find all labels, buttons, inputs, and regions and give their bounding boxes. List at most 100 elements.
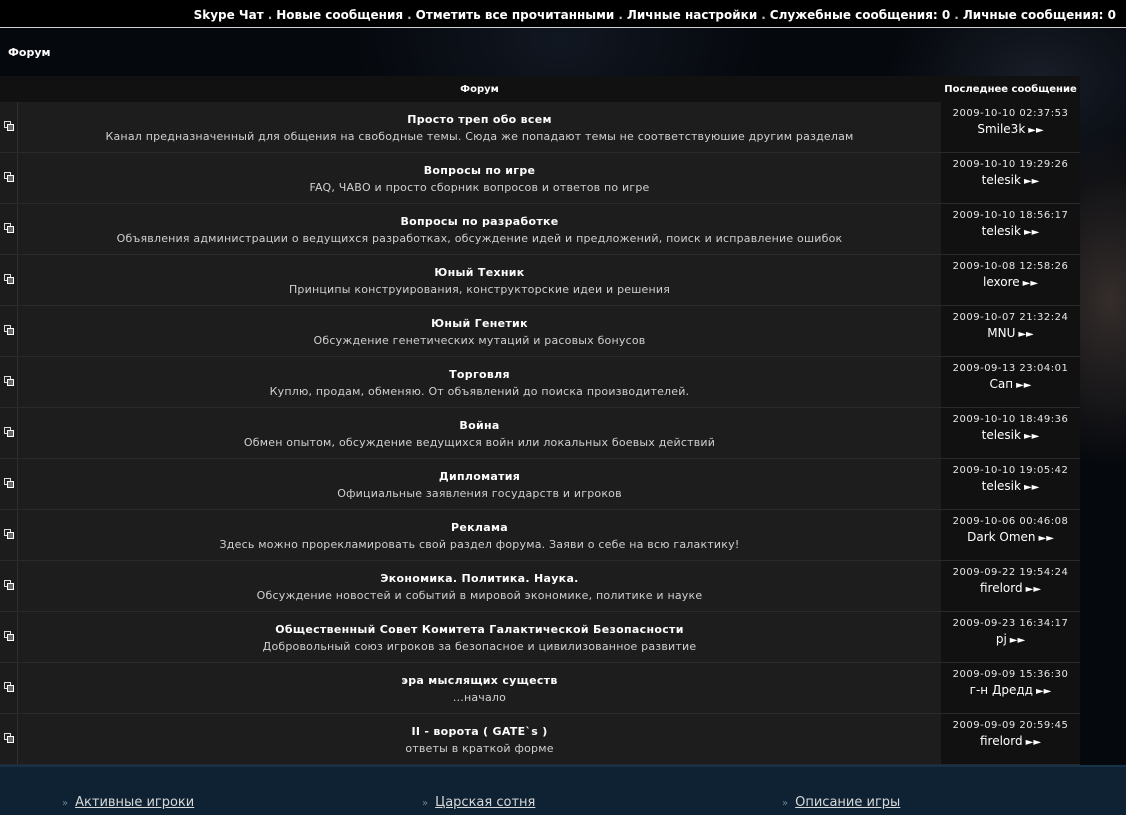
goto-last-post-icon[interactable]: ►►: [1026, 737, 1041, 748]
last-post-user-link[interactable]: telesik: [982, 173, 1021, 187]
forum-folder-icon[interactable]: [4, 682, 14, 692]
forum-description: Обмен опытом, обсуждение ведущихся войн …: [243, 436, 716, 449]
forum-name-link[interactable]: Торговля: [18, 368, 941, 381]
forum-name-link[interactable]: Просто треп обо всем: [18, 113, 941, 126]
forum-name-link[interactable]: эра мыслящих существ: [18, 674, 941, 687]
last-post-user-link[interactable]: telesik: [982, 479, 1021, 493]
forum-folder-icon[interactable]: [4, 427, 14, 437]
last-post-date: 2009-10-07 21:32:24: [952, 312, 1069, 323]
chevron-right-icon: »: [782, 798, 789, 809]
goto-last-post-icon[interactable]: ►►: [1024, 482, 1039, 493]
forum-description: Обсуждение новостей и событий в мировой …: [256, 589, 703, 602]
forum-rows: Просто треп обо всем Канал предназначенны…: [0, 102, 1080, 765]
last-post-user-link[interactable]: MNU: [987, 326, 1015, 340]
goto-last-post-icon[interactable]: ►►: [1026, 584, 1041, 595]
forum-description: Принципы конструирования, конструкторски…: [288, 283, 671, 296]
goto-last-post-icon[interactable]: ►►: [1024, 227, 1039, 238]
last-post-user-link[interactable]: lexore: [983, 275, 1020, 289]
forum-name-link[interactable]: Юный Генетик: [18, 317, 941, 330]
forum-name-link[interactable]: Экономика. Политика. Наука.: [18, 572, 941, 585]
forum-name-link[interactable]: Общественный Совет Комитета Галактическо…: [18, 623, 941, 636]
footer-link-active-players[interactable]: » Активные игроки: [62, 795, 194, 810]
forum-folder-icon[interactable]: [4, 274, 14, 284]
nav-skype-chat[interactable]: Skype Чат: [194, 8, 264, 22]
goto-last-post-icon[interactable]: ►►: [1016, 380, 1031, 391]
forum-name-link[interactable]: Дипломатия: [18, 470, 941, 483]
nav-service-messages[interactable]: Служебные сообщения: 0: [770, 8, 950, 22]
nav-private-messages[interactable]: Личные сообщения: 0: [963, 8, 1116, 22]
chevron-right-icon: »: [62, 798, 69, 809]
goto-last-post-icon[interactable]: ►►: [1010, 635, 1025, 646]
forum-description: ...начало: [452, 691, 507, 704]
forum-name-link[interactable]: Реклама: [18, 521, 941, 534]
forum-folder-icon[interactable]: [4, 631, 14, 641]
goto-last-post-icon[interactable]: ►►: [1024, 176, 1039, 187]
forum-name-link[interactable]: II - ворота ( GATE`s ): [18, 725, 941, 738]
forum-folder-icon[interactable]: [4, 121, 14, 131]
top-navigation: Skype Чат. Новые сообщения. Отметить все п…: [0, 0, 1126, 28]
last-post-date: 2009-10-10 19:29:26: [952, 159, 1069, 170]
last-post-user-link[interactable]: telesik: [982, 224, 1021, 238]
table-row: Просто треп обо всем Канал предназначенны…: [0, 102, 1080, 153]
forum-folder-icon[interactable]: [4, 478, 14, 488]
forum-folder-icon[interactable]: [4, 733, 14, 743]
forum-name-link[interactable]: Юный Техник: [18, 266, 941, 279]
forum-folder-icon[interactable]: [4, 376, 14, 386]
footer: » Активные игроки » Царская сотня » Описани…: [0, 765, 1126, 815]
forum-folder-icon[interactable]: [4, 172, 14, 182]
last-post-user-link[interactable]: pj: [996, 632, 1007, 646]
table-row: Реклама Здесь можно прорекламировать свой…: [0, 510, 1080, 561]
column-header-forum: Форум: [460, 84, 499, 95]
goto-last-post-icon[interactable]: ►►: [1028, 125, 1043, 136]
nav-mark-all-read[interactable]: Отметить все прочитанными: [416, 8, 615, 22]
nav-new-messages[interactable]: Новые сообщения: [276, 8, 403, 22]
table-row: Война Обмен опытом, обсуждение ведущихся …: [0, 408, 1080, 459]
forum-description: Обсуждение генетических мутаций и расовы…: [313, 334, 646, 347]
forum-description: FAQ, ЧАВО и просто сборник вопросов и от…: [309, 181, 650, 194]
table-row: Экономика. Политика. Наука. Обсуждение но…: [0, 561, 1080, 612]
table-row: Юный Техник Принципы конструирования, кон…: [0, 255, 1080, 306]
goto-last-post-icon[interactable]: ►►: [1018, 329, 1033, 340]
goto-last-post-icon[interactable]: ►►: [1023, 278, 1038, 289]
goto-last-post-icon[interactable]: ►►: [1024, 431, 1039, 442]
footer-link-game-description[interactable]: » Описание игры: [782, 795, 900, 810]
last-post-user-link[interactable]: Dark Omen: [967, 530, 1035, 544]
table-row: Общественный Совет Комитета Галактическо…: [0, 612, 1080, 663]
column-header-last-post: Последнее сообщение: [944, 84, 1077, 95]
goto-last-post-icon[interactable]: ►►: [1039, 533, 1054, 544]
forum-folder-icon[interactable]: [4, 529, 14, 539]
last-post-user-link[interactable]: telesik: [982, 428, 1021, 442]
nav-personal-settings[interactable]: Личные настройки: [627, 8, 757, 22]
last-post-user-link[interactable]: firelord: [980, 734, 1023, 748]
forum-description: ответы в краткой форме: [405, 742, 554, 755]
table-row: II - ворота ( GATE`s ) ответы в краткой ф…: [0, 714, 1080, 765]
last-post-user-link[interactable]: firelord: [980, 581, 1023, 595]
forum-name-link[interactable]: Вопросы по игре: [18, 164, 941, 177]
forum-folder-icon[interactable]: [4, 580, 14, 590]
footer-link-top-hundred[interactable]: » Царская сотня: [422, 795, 535, 810]
chevron-right-icon: »: [422, 798, 429, 809]
last-post-date: 2009-10-10 02:37:53: [952, 108, 1069, 119]
forum-folder-icon[interactable]: [4, 223, 14, 233]
goto-last-post-icon[interactable]: ►►: [1036, 686, 1051, 697]
last-post-date: 2009-09-09 20:59:45: [952, 720, 1069, 731]
forum-description: Добровольный союз игроков за безопасное …: [262, 640, 697, 653]
last-post-user-link[interactable]: г-н Дредд: [970, 683, 1033, 697]
table-row: Дипломатия Официальные заявления государс…: [0, 459, 1080, 510]
forum-description: Объявления администрации о ведущихся раз…: [116, 232, 843, 245]
last-post-date: 2009-10-10 19:05:42: [952, 465, 1069, 476]
last-post-date: 2009-09-22 19:54:24: [952, 567, 1069, 578]
last-post-date: 2009-10-08 12:58:26: [952, 261, 1069, 272]
last-post-user-link[interactable]: Smile3k: [977, 122, 1025, 136]
forum-name-link[interactable]: Война: [18, 419, 941, 432]
last-post-date: 2009-09-09 15:36:30: [952, 669, 1069, 680]
forum-description: Куплю, продам, обменяю. От объявлений до…: [269, 385, 690, 398]
last-post-user-link[interactable]: Сап: [990, 377, 1014, 391]
last-post-date: 2009-10-06 00:46:08: [952, 516, 1069, 527]
table-row: Торговля Куплю, продам, обменяю. От объяв…: [0, 357, 1080, 408]
table-row: Вопросы по игре FAQ, ЧАВО и просто сборни…: [0, 153, 1080, 204]
forum-table: Форум Последнее сообщение Просто треп об…: [0, 76, 1080, 765]
forum-folder-icon[interactable]: [4, 325, 14, 335]
last-post-date: 2009-09-13 23:04:01: [952, 363, 1069, 374]
forum-name-link[interactable]: Вопросы по разработке: [18, 215, 941, 228]
